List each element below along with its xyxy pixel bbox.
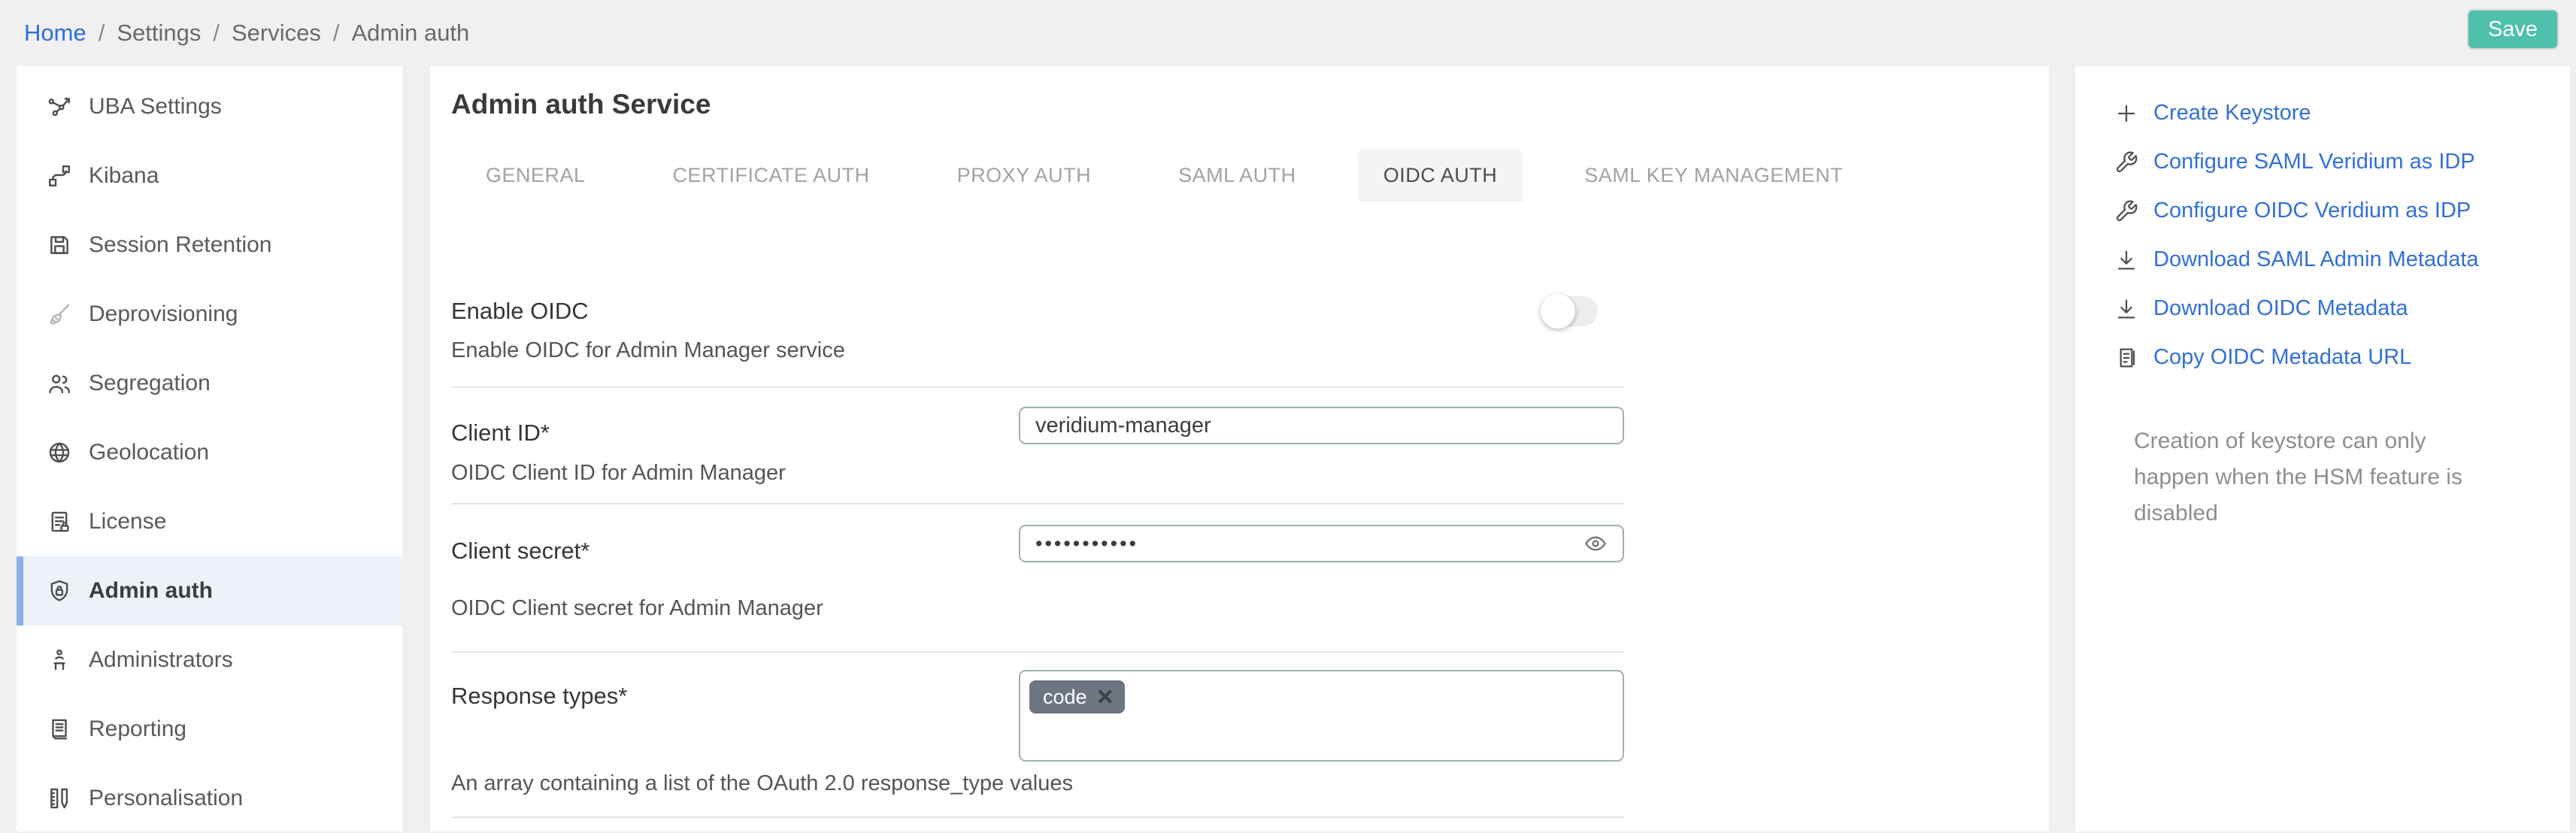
actions-panel: Create Keystore Configure SAML Veridium … (2075, 66, 2570, 831)
client-secret-label: Client secret* (451, 538, 589, 565)
client-id-row: Client ID* veridium-manager OIDC Client … (451, 388, 1624, 504)
breadcrumb-separator: / (213, 20, 220, 47)
sidebar-item-label: Segregation (89, 371, 211, 396)
download-icon (2114, 297, 2138, 321)
users-icon (47, 371, 72, 396)
sidebar-item-label: License (89, 509, 166, 535)
sidebar-item-segregation[interactable]: Segregation (17, 349, 402, 418)
chip-remove-icon[interactable]: ✕ (1096, 684, 1114, 710)
response-types-row: Response types* code ✕ An array containi… (451, 653, 1624, 818)
oidc-auth-form: Enable OIDC Enable OIDC for Admin Manage… (451, 290, 1624, 818)
shield-lock-icon (47, 578, 72, 604)
route-icon (47, 163, 72, 189)
tab-general[interactable]: GENERAL (460, 149, 611, 201)
report-icon (47, 716, 72, 742)
link-label: Copy OIDC Metadata URL (2153, 345, 2411, 370)
tab-saml-key-management[interactable]: SAML KEY MANAGEMENT (1559, 149, 1868, 201)
sidebar-item-label: Session Retention (89, 232, 272, 258)
create-keystore-link[interactable]: Create Keystore (2114, 89, 2570, 138)
sidebar-item-label: Administrators (89, 647, 233, 673)
sidebar-item-administrators[interactable]: Administrators (17, 626, 402, 695)
sidebar-item-label: UBA Settings (89, 94, 222, 120)
wrench-icon (2114, 150, 2138, 174)
sidebar-item-session-retention[interactable]: Session Retention (17, 211, 402, 280)
link-label: Configure SAML Veridium as IDP (2153, 150, 2475, 174)
response-types-help: An array containing a list of the OAuth … (451, 771, 1073, 796)
sidebar-item-geolocation[interactable]: Geolocation (17, 418, 402, 487)
page-title: Admin auth Service (451, 89, 2049, 120)
client-secret-row: Client secret* ••••••••••• OIDC Client s… (451, 504, 1624, 653)
client-id-label: Client ID* (451, 420, 550, 447)
breadcrumb-separator: / (333, 20, 340, 47)
sidebar-item-reporting[interactable]: Reporting (17, 695, 402, 764)
link-label: Download OIDC Metadata (2153, 296, 2408, 321)
sidebar-item-label: Admin auth (89, 578, 213, 604)
plus-icon (2114, 101, 2138, 126)
admin-auth-service-panel: Admin auth Service GENERAL CERTIFICATE A… (430, 66, 2049, 831)
sidebar-item-label: Deprovisioning (89, 301, 238, 327)
save-button[interactable]: Save (2467, 9, 2559, 50)
broom-icon (47, 301, 72, 327)
globe-icon (47, 440, 72, 465)
response-types-input[interactable]: code ✕ (1019, 670, 1624, 762)
client-secret-masked-value: ••••••••••• (1035, 532, 1138, 556)
sidebar-item-deprovisioning[interactable]: Deprovisioning (17, 280, 402, 349)
client-secret-help: OIDC Client secret for Admin Manager (451, 596, 823, 621)
tab-saml-auth[interactable]: SAML AUTH (1153, 149, 1322, 201)
breadcrumb-current: Admin auth (351, 20, 469, 47)
network-icon (47, 94, 72, 120)
client-id-input[interactable]: veridium-manager (1019, 407, 1624, 444)
configure-saml-idp-link[interactable]: Configure SAML Veridium as IDP (2114, 138, 2570, 186)
link-label: Download SAML Admin Metadata (2153, 247, 2479, 272)
sidebar-item-kibana[interactable]: Kibana (17, 141, 402, 211)
breadcrumb-separator: / (98, 20, 105, 47)
enable-oidc-label: Enable OIDC (451, 298, 589, 325)
toggle-knob (1541, 294, 1575, 329)
sidebar-item-license[interactable]: License (17, 487, 402, 556)
document-lock-icon (47, 509, 72, 535)
sidebar-item-label: Personalisation (89, 786, 243, 811)
response-type-chip: code ✕ (1029, 680, 1125, 713)
tab-proxy-auth[interactable]: PROXY AUTH (932, 149, 1117, 201)
eye-icon[interactable] (1583, 532, 1608, 556)
sidebar-item-uba-settings[interactable]: UBA Settings (17, 72, 402, 141)
download-oidc-metadata-link[interactable]: Download OIDC Metadata (2114, 284, 2570, 333)
client-secret-input[interactable]: ••••••••••• (1019, 525, 1624, 562)
link-label: Configure OIDC Veridium as IDP (2153, 198, 2471, 223)
person-podium-icon (47, 647, 72, 673)
enable-oidc-row: Enable OIDC Enable OIDC for Admin Manage… (451, 290, 1624, 388)
sidebar-item-label: Reporting (89, 716, 186, 742)
enable-oidc-toggle[interactable] (1542, 296, 1598, 326)
settings-sidebar: UBA Settings Kibana Session Retention De… (17, 66, 402, 831)
service-tabs: GENERAL CERTIFICATE AUTH PROXY AUTH SAML… (460, 149, 2049, 201)
enable-oidc-help: Enable OIDC for Admin Manager service (451, 338, 845, 363)
sidebar-item-label: Kibana (89, 163, 159, 189)
floppy-disk-icon (47, 232, 72, 258)
copy-oidc-metadata-url-link[interactable]: Copy OIDC Metadata URL (2114, 333, 2570, 382)
link-label: Create Keystore (2153, 101, 2311, 126)
keystore-hsm-note: Creation of keystore can only happen whe… (2134, 423, 2495, 532)
ruler-pencil-icon (47, 786, 72, 811)
tab-certificate-auth[interactable]: CERTIFICATE AUTH (647, 149, 896, 201)
tab-oidc-auth[interactable]: OIDC AUTH (1358, 149, 1523, 201)
breadcrumb-home-link[interactable]: Home (24, 20, 86, 47)
download-icon (2114, 248, 2138, 272)
client-id-help: OIDC Client ID for Admin Manager (451, 461, 786, 486)
response-types-label: Response types* (451, 683, 627, 710)
configure-oidc-idp-link[interactable]: Configure OIDC Veridium as IDP (2114, 186, 2570, 235)
wrench-icon (2114, 199, 2138, 223)
breadcrumb-settings: Settings (117, 20, 201, 47)
sidebar-item-admin-auth[interactable]: Admin auth (17, 556, 402, 626)
chip-label: code (1043, 686, 1087, 709)
sidebar-item-label: Geolocation (89, 440, 209, 465)
sidebar-item-personalisation[interactable]: Personalisation (17, 764, 402, 833)
download-saml-metadata-link[interactable]: Download SAML Admin Metadata (2114, 235, 2570, 284)
copy-icon (2114, 346, 2138, 370)
breadcrumb: Home / Settings / Services / Admin auth (0, 0, 469, 66)
client-id-value: veridium-manager (1035, 413, 1211, 438)
breadcrumb-services: Services (232, 20, 321, 47)
